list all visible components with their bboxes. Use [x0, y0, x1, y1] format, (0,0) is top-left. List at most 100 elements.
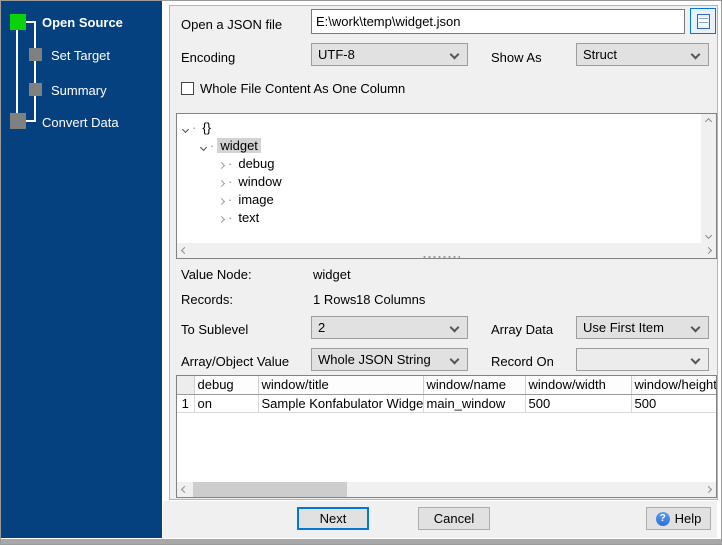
- grid-data-row[interactable]: 1 on Sample Konfabulator Widget main_win…: [177, 394, 716, 413]
- encoding-select[interactable]: UTF-8: [311, 43, 468, 66]
- array-data-value: Use First Item: [583, 320, 664, 335]
- encoding-value: UTF-8: [318, 47, 355, 62]
- chevron-down-icon: [449, 354, 460, 365]
- help-button-label: Help: [674, 511, 702, 526]
- tree-item-root[interactable]: {}: [177, 118, 700, 136]
- splitter-handle[interactable]: [422, 255, 460, 259]
- tree-item-widget[interactable]: widget: [177, 136, 700, 154]
- value-node-value: widget: [313, 267, 351, 282]
- expander-collapsed-icon[interactable]: [215, 156, 227, 171]
- record-on-select[interactable]: [576, 348, 709, 371]
- array-data-select[interactable]: Use First Item: [576, 316, 709, 339]
- grid-cell[interactable]: main_window: [423, 394, 526, 413]
- grid-cell[interactable]: Sample Konfabulator Widget: [258, 394, 424, 413]
- grid-cell[interactable]: 500: [631, 394, 716, 413]
- tree-item-label: widget: [217, 137, 261, 153]
- records-columns-value: 18 Columns: [356, 292, 426, 307]
- expander-expanded-icon[interactable]: [197, 138, 209, 153]
- grid-column-header[interactable]: debug: [194, 376, 259, 395]
- grid-row-number: 1: [177, 394, 195, 413]
- scroll-right-icon[interactable]: [701, 243, 716, 258]
- to-sublevel-select[interactable]: 2: [311, 316, 468, 339]
- window-bottom-edge: [1, 539, 721, 544]
- scroll-down-icon[interactable]: [701, 228, 716, 243]
- expander-collapsed-icon[interactable]: [215, 210, 227, 225]
- step-marker-convert-data: [10, 113, 26, 129]
- question-circle-icon: ?: [655, 511, 670, 526]
- chevron-down-icon: [690, 49, 701, 60]
- tree-item-label: text: [238, 209, 260, 225]
- expander-collapsed-icon[interactable]: [215, 174, 227, 189]
- grid-column-header[interactable]: window/width: [525, 376, 632, 395]
- grid-column-header[interactable]: window/name: [423, 376, 526, 395]
- source-options-panel: Open a JSON file Encoding UTF-8 Show As …: [169, 5, 718, 500]
- step-marker-summary: [29, 83, 42, 96]
- scrollbar-thumb[interactable]: [193, 482, 347, 497]
- grid-corner-cell: [177, 376, 195, 395]
- whole-file-checkbox[interactable]: [181, 82, 194, 95]
- step-marker-set-target: [29, 48, 42, 61]
- file-label: Open a JSON file: [181, 17, 283, 32]
- step-connector-line: [16, 30, 18, 115]
- preview-grid: debug window/title window/name window/wi…: [177, 376, 716, 413]
- step-marker-open-source: [10, 14, 26, 30]
- chevron-down-icon: [690, 354, 701, 365]
- value-node-label: Value Node:: [181, 267, 252, 282]
- array-object-value: Whole JSON String: [318, 352, 431, 367]
- whole-file-checkbox-label: Whole File Content As One Column: [200, 81, 406, 96]
- record-on-label: Record On: [491, 354, 554, 369]
- next-button[interactable]: Next: [297, 507, 369, 530]
- scroll-left-icon[interactable]: [177, 243, 192, 258]
- expander-collapsed-icon[interactable]: [215, 192, 227, 207]
- tree-item-label: window: [238, 173, 282, 189]
- chevron-down-icon: [690, 322, 701, 333]
- tree-item-label: {}: [202, 119, 212, 135]
- encoding-label: Encoding: [181, 50, 236, 65]
- json-structure-tree: {} widget debug window image text: [176, 113, 717, 259]
- file-path-input[interactable]: [311, 9, 685, 34]
- sidebar-step-open-source: Open Source: [42, 15, 123, 30]
- array-object-value-label: Array/Object Value: [181, 354, 290, 369]
- grid-cell[interactable]: on: [194, 394, 259, 413]
- show-as-select[interactable]: Struct: [576, 43, 709, 66]
- show-as-label: Show As: [491, 50, 542, 65]
- show-as-value: Struct: [583, 47, 617, 62]
- array-object-value-select[interactable]: Whole JSON String: [311, 348, 468, 371]
- browse-file-button[interactable]: [690, 8, 716, 34]
- records-rows-value: 1 Rows: [313, 292, 357, 307]
- step-connector-line: [34, 21, 36, 121]
- to-sublevel-value: 2: [318, 320, 326, 335]
- wizard-steps-sidebar: Open Source Set Target Summary Convert D…: [1, 1, 162, 538]
- chevron-down-icon: [449, 322, 460, 333]
- preview-grid-panel: debug window/title window/name window/wi…: [176, 375, 717, 498]
- grid-column-header[interactable]: window/title: [258, 376, 424, 395]
- cancel-button[interactable]: Cancel: [418, 507, 490, 530]
- tree-item-label: image: [238, 191, 274, 207]
- scroll-up-icon[interactable]: [701, 114, 716, 129]
- array-data-label: Array Data: [491, 322, 554, 337]
- to-sublevel-label: To Sublevel: [181, 322, 249, 337]
- records-label: Records:: [181, 292, 234, 307]
- tree-item-debug[interactable]: debug: [177, 154, 700, 172]
- sidebar-step-set-target: Set Target: [51, 48, 111, 63]
- expander-expanded-icon[interactable]: [179, 120, 191, 135]
- grid-horizontal-scrollbar[interactable]: [177, 482, 716, 497]
- tree-item-image[interactable]: image: [177, 190, 700, 208]
- sidebar-step-convert-data: Convert Data: [42, 115, 119, 130]
- chevron-down-icon: [449, 49, 460, 60]
- scroll-right-icon[interactable]: [701, 482, 716, 497]
- tree-item-window[interactable]: window: [177, 172, 700, 190]
- step-connector-line: [25, 21, 36, 23]
- scroll-left-icon[interactable]: [177, 482, 192, 497]
- json-convert-wizard-window: Open Source Set Target Summary Convert D…: [0, 0, 722, 545]
- sidebar-step-summary: Summary: [51, 83, 107, 98]
- grid-cell[interactable]: 500: [525, 394, 632, 413]
- help-button[interactable]: ? Help: [646, 507, 711, 530]
- document-icon: [696, 13, 710, 29]
- tree-vertical-scrollbar[interactable]: [701, 114, 716, 243]
- tree-item-text[interactable]: text: [177, 208, 700, 226]
- grid-column-header[interactable]: window/height: [631, 376, 716, 395]
- grid-header-row: debug window/title window/name window/wi…: [177, 376, 716, 395]
- step-connector-line: [25, 120, 36, 122]
- tree-item-label: debug: [238, 155, 275, 171]
